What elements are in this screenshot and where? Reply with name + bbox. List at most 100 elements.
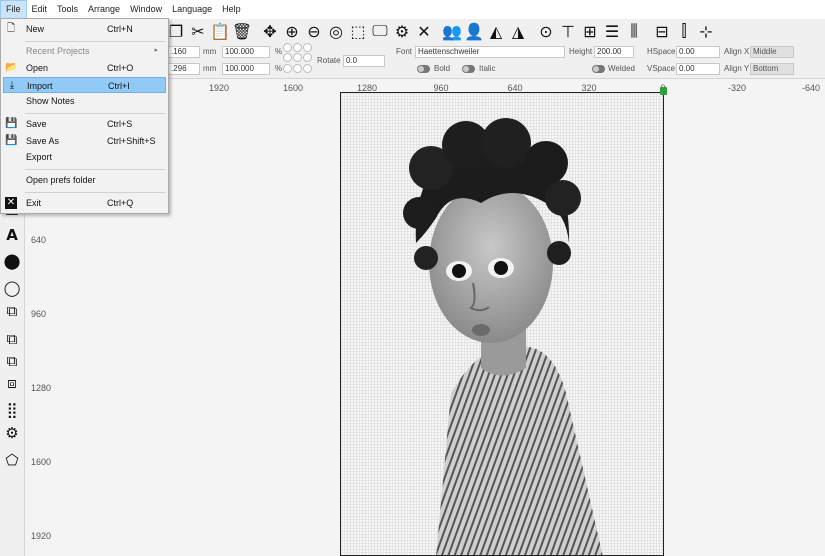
menu-separator	[25, 41, 165, 42]
selection-handle[interactable]	[660, 87, 667, 95]
menu-separator	[25, 169, 165, 170]
menu-separator	[25, 192, 165, 193]
distribute-horizontal-icon[interactable]: ⫼	[623, 20, 645, 42]
paste-icon[interactable]: 📋	[209, 20, 231, 42]
align-y-select[interactable]: Bottom	[750, 63, 794, 75]
menu-item-label: Import	[27, 81, 53, 91]
select-frame-icon[interactable]: ⬚	[347, 20, 369, 42]
dimensions-icon[interactable]: ⊹	[695, 20, 717, 42]
menu-item-exit[interactable]: ✕ Exit Ctrl+Q	[3, 195, 166, 211]
align-right-icon[interactable]: ⫿	[673, 20, 695, 42]
edit-nodes-icon[interactable]: ⬠	[2, 450, 22, 470]
anchor-point-grid[interactable]	[283, 43, 313, 73]
menu-separator	[25, 113, 165, 114]
font-label: Font	[396, 47, 413, 56]
menu-help[interactable]: Help	[217, 0, 246, 19]
ruler-tick: 1920	[31, 531, 52, 541]
settings-gear-icon[interactable]: ⚙	[391, 20, 413, 42]
hspace-label: HSpace	[647, 47, 676, 56]
workspace-image[interactable]	[340, 92, 664, 556]
align-top-icon[interactable]: ⊤	[557, 20, 579, 42]
menu-edit[interactable]: Edit	[27, 0, 53, 19]
new-file-icon: 🗋	[6, 23, 16, 34]
width-percent-field[interactable]: 100.000	[222, 46, 270, 58]
rotate-field[interactable]: 0.0	[343, 55, 385, 67]
menu-tools[interactable]: Tools	[52, 0, 83, 19]
ellipse-tool-icon[interactable]: ◯	[2, 278, 22, 298]
y-position-field[interactable]: .296	[168, 63, 200, 75]
ruler-tick: 1280	[31, 383, 52, 393]
menu-item-open[interactable]: 📂 Open Ctrl+O	[3, 60, 166, 76]
cut-icon[interactable]: ✂	[187, 20, 209, 42]
align-y-label: Align Y	[724, 64, 750, 73]
ruler-tick: 960	[31, 309, 47, 319]
menu-item-label: Exit	[26, 198, 42, 208]
zoom-in-icon[interactable]: ⊕	[281, 20, 303, 42]
center-target-icon[interactable]: ⊙	[535, 20, 557, 42]
menu-item-shortcut: Ctrl+Q	[107, 198, 134, 208]
import-icon: ⤓	[9, 80, 15, 91]
menu-item-open-prefs-folder[interactable]: Open prefs folder	[3, 172, 166, 188]
text-tool-icon[interactable]: A	[2, 225, 22, 245]
vspace-field[interactable]: 0.00	[676, 63, 720, 75]
zoom-out-icon[interactable]: ⊖	[303, 20, 325, 42]
menu-window[interactable]: Window	[125, 0, 167, 19]
font-select[interactable]: Haettenschweiler	[415, 46, 565, 58]
monitor-icon[interactable]: 🖵	[369, 20, 391, 42]
menu-item-shortcut: Ctrl+N	[107, 24, 133, 34]
boolean-union-icon[interactable]: ⧉	[2, 329, 22, 349]
menu-item-new[interactable]: 🗋 New Ctrl+N	[3, 21, 166, 37]
italic-toggle[interactable]	[462, 65, 475, 73]
width-percent-label: %	[275, 47, 283, 56]
circular-array-icon[interactable]: ⚙	[2, 423, 22, 443]
height-percent-label: %	[275, 64, 283, 73]
move-icon[interactable]: ✥	[259, 20, 281, 42]
users-group-icon[interactable]: 👥	[441, 20, 463, 42]
save-icon: 💾	[5, 118, 18, 129]
position-marker-icon[interactable]: ⬤	[2, 251, 22, 271]
offset-tool-icon[interactable]: ⧉	[2, 301, 22, 321]
grid-array-icon[interactable]: ⣿	[2, 400, 22, 420]
menu-item-shortcut: Ctrl+I	[108, 81, 130, 91]
delete-icon[interactable]: 🗑	[231, 20, 253, 42]
menu-item-shortcut: Ctrl+S	[107, 119, 133, 129]
ruler-tick: 1600	[282, 83, 304, 93]
menu-item-save-as[interactable]: 💾 Save As Ctrl+Shift+S	[3, 133, 166, 149]
vspace-label: VSpace	[647, 64, 676, 73]
menu-arrange[interactable]: Arrange	[83, 0, 125, 19]
tools-icon[interactable]: ✕	[413, 20, 435, 42]
boolean-intersect-icon[interactable]: ⧈	[2, 373, 22, 393]
menu-item-import[interactable]: ⤓ Import Ctrl+I	[3, 77, 166, 93]
menu-item-show-notes[interactable]: Show Notes	[3, 93, 166, 109]
ruler-tick: 1600	[31, 457, 52, 467]
menu-file[interactable]: File	[0, 0, 27, 19]
align-bottom-icon[interactable]: ⊟	[651, 20, 673, 42]
distribute-vertical-icon[interactable]: ☰	[601, 20, 623, 42]
mirror-horizontal-icon[interactable]: ◭	[485, 20, 507, 42]
height-percent-field[interactable]: 100.000	[222, 63, 270, 75]
menu-item-export[interactable]: Export	[3, 149, 166, 165]
menu-item-label: Save	[26, 119, 47, 129]
menu-item-recent-projects[interactable]: Recent Projects ▸	[3, 43, 166, 59]
bold-toggle[interactable]	[417, 65, 430, 73]
y-unit-label: mm	[203, 64, 217, 73]
height-field[interactable]: 200.00	[594, 46, 634, 58]
mirror-vertical-icon[interactable]: ◮	[507, 20, 529, 42]
ruler-tick: -640	[801, 83, 821, 93]
ruler-tick: -320	[727, 83, 747, 93]
menu-item-shortcut: Ctrl+O	[107, 63, 134, 73]
boolean-subtract-icon[interactable]: ⧉	[2, 351, 22, 371]
align-middle-icon[interactable]: ⊞	[579, 20, 601, 42]
align-x-select[interactable]: Middle	[750, 46, 794, 58]
menu-item-save[interactable]: 💾 Save Ctrl+S	[3, 116, 166, 132]
menu-language[interactable]: Language	[167, 0, 217, 19]
welded-toggle[interactable]	[592, 65, 605, 73]
zoom-fit-icon[interactable]: ◎	[325, 20, 347, 42]
exit-icon: ✕	[5, 197, 17, 209]
user-icon[interactable]: 👤	[463, 20, 485, 42]
file-menu-dropdown: 🗋 New Ctrl+N Recent Projects ▸ 📂 Open Ct…	[0, 18, 169, 214]
align-x-label: Align X	[724, 47, 750, 56]
menu-item-label: New	[26, 24, 45, 34]
x-position-field[interactable]: .160	[168, 46, 200, 58]
hspace-field[interactable]: 0.00	[676, 46, 720, 58]
